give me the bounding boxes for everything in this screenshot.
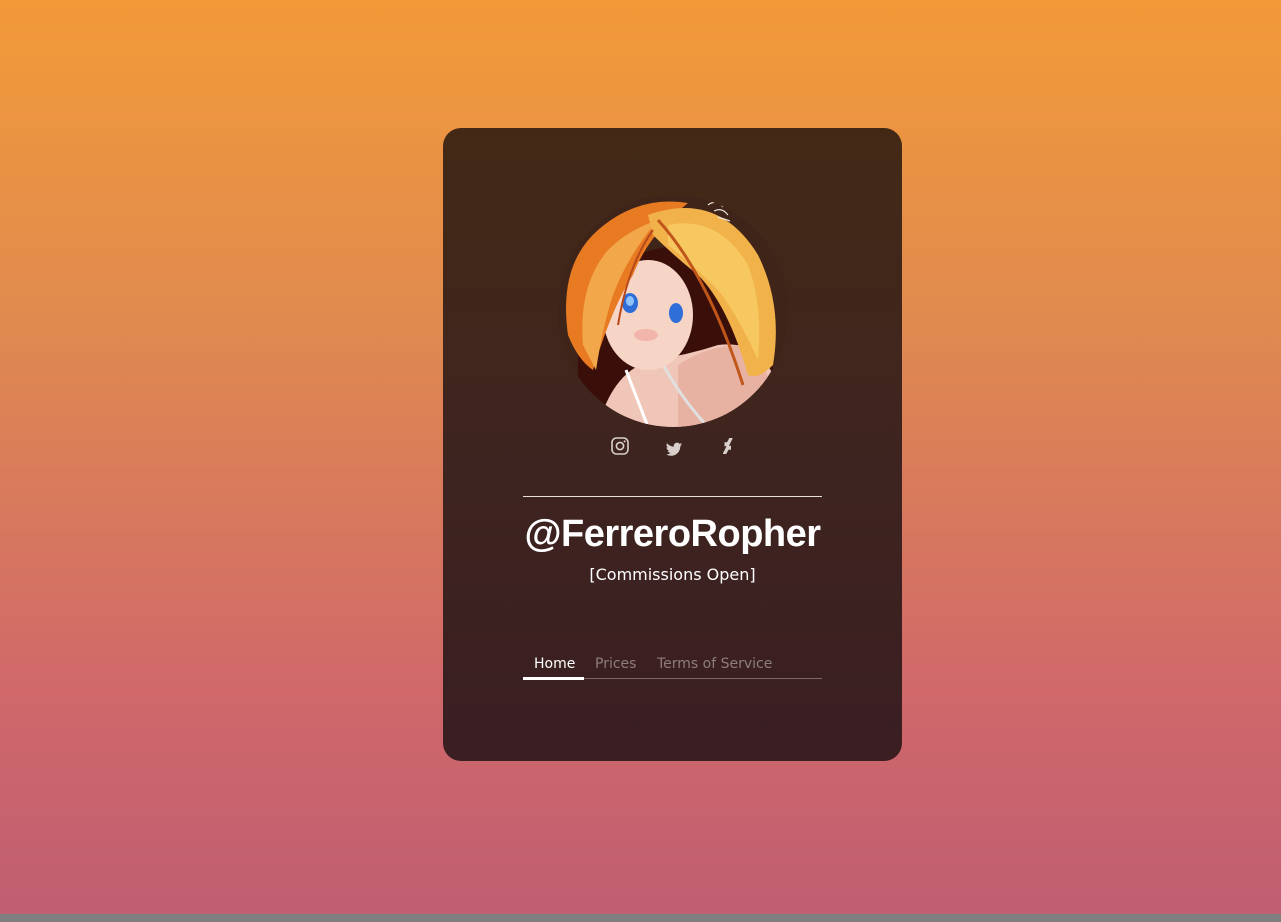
tab-terms-of-service[interactable]: Terms of Service bbox=[657, 656, 772, 672]
divider bbox=[523, 496, 822, 497]
twitter-icon[interactable] bbox=[664, 440, 684, 460]
social-links bbox=[443, 435, 902, 465]
bottom-bar bbox=[0, 914, 1281, 922]
avatar-illustration bbox=[558, 195, 788, 427]
tab-prices[interactable]: Prices bbox=[595, 656, 636, 672]
avatar bbox=[558, 195, 788, 427]
tab-home[interactable]: Home bbox=[534, 656, 575, 672]
profile-handle: @FerreroRopher bbox=[524, 513, 821, 555]
profile-card: @FerreroRopher [Commissions Open] Home P… bbox=[443, 128, 902, 761]
instagram-icon[interactable] bbox=[610, 436, 630, 456]
commission-status: [Commissions Open] bbox=[589, 565, 756, 584]
tab-bar: Home Prices Terms of Service bbox=[523, 652, 822, 680]
active-tab-indicator bbox=[523, 677, 584, 680]
deviantart-icon[interactable] bbox=[719, 436, 739, 456]
